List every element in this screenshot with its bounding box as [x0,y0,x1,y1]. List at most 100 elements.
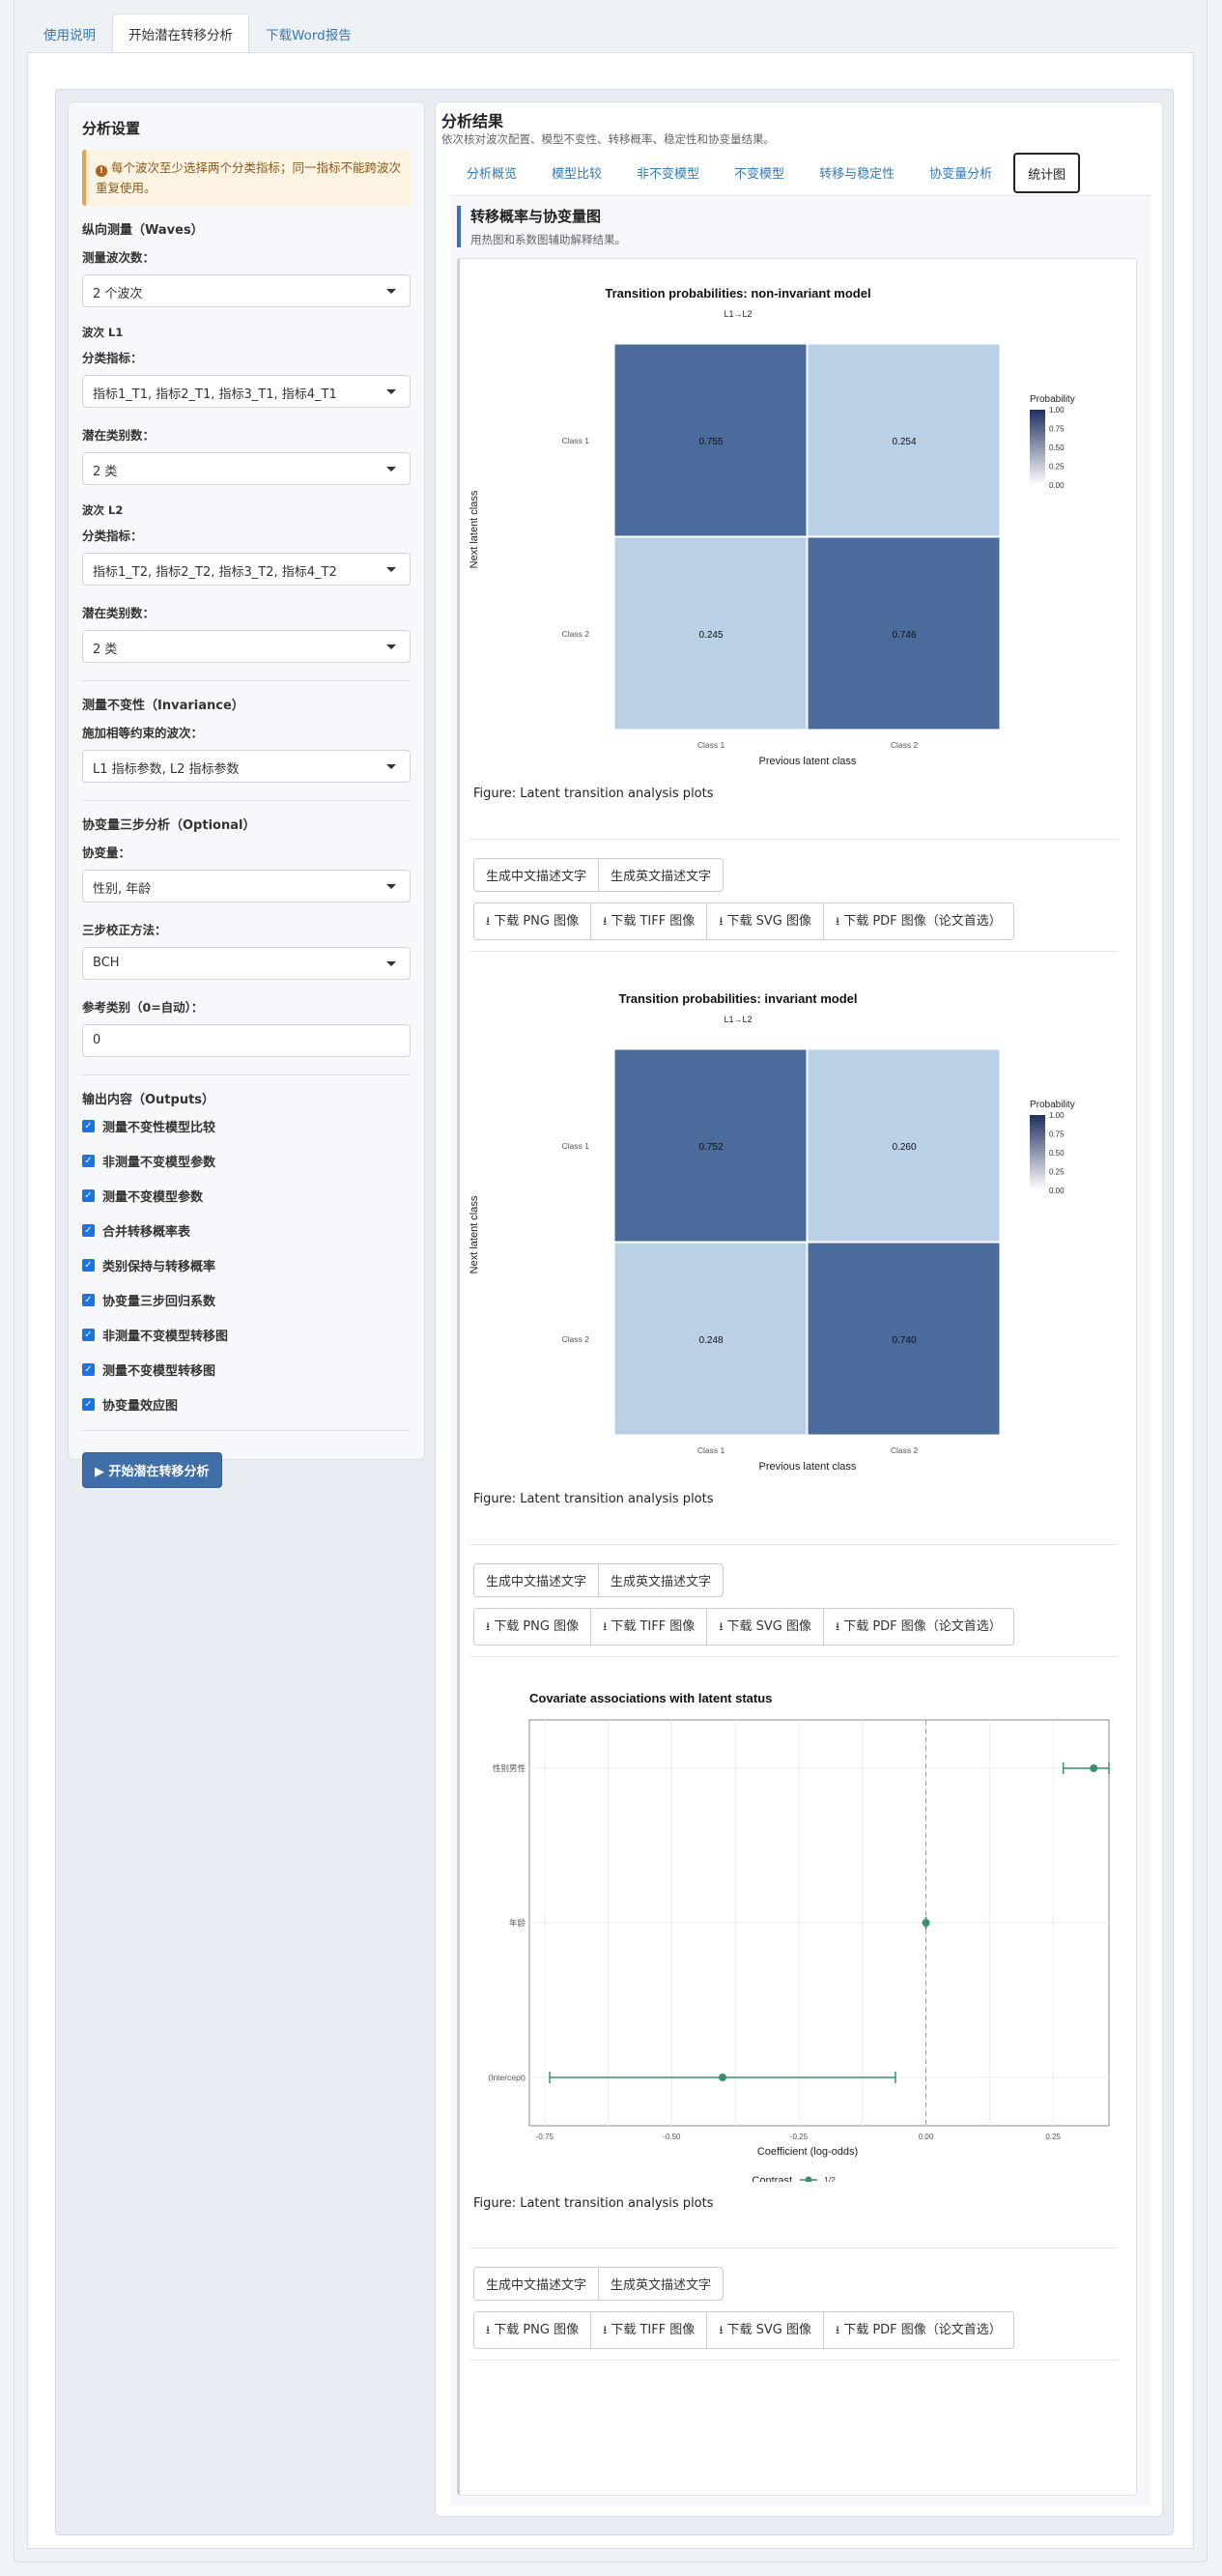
download-icon: ⭳ [719,1619,724,1633]
output-checkbox-row[interactable]: ✓ 合并转移概率表 [82,1221,411,1240]
checkbox-checked-icon[interactable]: ✓ [82,1294,95,1306]
y-tick-label: Class 1 [562,436,590,445]
warning-box: ! 每个波次至少选择两个分类指标；同一指标不能跨波次重复使用。 [82,150,411,206]
download-svg-button[interactable]: ⭳ 下载 SVG 图像 [706,902,824,940]
legend-title: Probability [1030,1100,1075,1110]
output-checkbox-label: 测量不变模型转移图 [102,1364,216,1379]
wave2-indicators-value: 指标1_T2, 指标2_T2, 指标3_T2, 指标4_T2 [93,565,337,580]
analysis-layout: 分析设置 ! 每个波次至少选择两个分类指标；同一指标不能跨波次重复使用。 纵向测量… [55,89,1174,2535]
tab-overview[interactable]: 分析概览 [453,153,530,193]
download-pdf-button[interactable]: ⭳ 下载 PDF 图像（论文首选） [823,902,1014,940]
tab-download-word[interactable]: 下载Word报告 [249,14,368,52]
reference-input[interactable]: 0 [82,1024,411,1057]
wave1-classes-select[interactable]: 2 类 [82,452,411,485]
download-icon: ⭳ [486,2323,491,2336]
generate-english-text-button[interactable]: 生成英文描述文字 [598,2267,725,2301]
y-tick-label: 性别男性 [493,1763,526,1773]
download-tiff-button[interactable]: ⭳ 下载 TIFF 图像 [590,2311,708,2349]
play-icon: ▶ [95,1465,109,1479]
covariates-select[interactable]: 性别, 年龄 [82,870,411,902]
output-checkbox-row[interactable]: ✓ 类别保持与转移概率 [82,1256,411,1274]
wave1-indicators-select[interactable]: 指标1_T1, 指标2_T1, 指标3_T1, 指标4_T1 [82,375,411,408]
download-pdf-button[interactable]: ⭳ 下载 PDF 图像（论文首选） [823,2311,1014,2349]
download-buttons: ⭳ 下载 PNG 图像 ⭳ 下载 TIFF 图像 ⭳ 下载 SVG 图像 ⭳ 下载 PD… [473,1608,1014,1646]
section-subtitle: 用热图和系数图辅助解释结果。 [470,233,626,246]
waves-section-label: 纵向测量（Waves） [82,223,204,238]
legend-tick-label: 0.25 [1049,1168,1065,1177]
legend-title: Probability [1030,394,1075,405]
wave-count-select[interactable]: 2 个波次 [82,274,411,307]
invariance-label: 施加相等约束的波次： [82,726,204,740]
outputs-list: ✓ 测量不变性模型比较 ✓ 非测量不变模型参数 ✓ 测量不变模型参数 ✓ 合并转移概率表 ✓ 类别… [82,1117,411,1414]
estimate-point [922,1919,930,1927]
x-tick-label: -0.75 [536,2132,554,2141]
download-pdf-button[interactable]: ⭳ 下载 PDF 图像（论文首选） [823,1608,1014,1646]
tab-model-comparison[interactable]: 模型比较 [538,153,615,193]
generate-english-text-button[interactable]: 生成英文描述文字 [598,1563,725,1597]
run-analysis-button[interactable]: ▶ 开始潜在转移分析 [82,1452,222,1488]
legend-tick-label: 1.00 [1049,1111,1065,1120]
download-svg-button[interactable]: ⭳ 下载 SVG 图像 [706,1608,824,1646]
tab-instructions[interactable]: 使用说明 [27,14,112,52]
checkbox-checked-icon[interactable]: ✓ [82,1363,95,1376]
download-svg-label: 下载 SVG 图像 [726,914,811,929]
wave1-indicators-label: 分类指标： [82,351,143,365]
checkbox-checked-icon[interactable]: ✓ [82,1155,95,1167]
output-checkbox-row[interactable]: ✓ 协变量三步回归系数 [82,1291,411,1309]
wave2-indicators-select[interactable]: 指标1_T2, 指标2_T2, 指标3_T2, 指标4_T2 [82,553,411,586]
output-checkbox-label: 测量不变性模型比较 [102,1121,216,1135]
output-checkbox-row[interactable]: ✓ 协变量效应图 [82,1395,411,1414]
generate-english-text-button[interactable]: 生成英文描述文字 [598,858,725,892]
caret-down-icon [386,884,396,889]
correction-select[interactable]: BCH [82,947,411,980]
checkbox-checked-icon[interactable]: ✓ [82,1259,95,1272]
tab-transition-stability[interactable]: 转移与稳定性 [806,153,908,193]
caret-down-icon [386,467,396,472]
invariance-section-label: 测量不变性（Invariance） [82,699,244,713]
output-checkbox-row[interactable]: ✓ 非测量不变模型转移图 [82,1326,411,1344]
download-tiff-button[interactable]: ⭳ 下载 TIFF 图像 [590,902,708,940]
download-icon: ⭳ [836,1619,840,1633]
checkbox-checked-icon[interactable]: ✓ [82,1398,95,1411]
output-checkbox-row[interactable]: ✓ 测量不变性模型比较 [82,1117,411,1135]
download-tiff-button[interactable]: ⭳ 下载 TIFF 图像 [590,1608,708,1646]
generate-chinese-text-button[interactable]: 生成中文描述文字 [473,2267,600,2301]
plot-container: Transition probabilities: non-invariant … [457,258,1137,2496]
output-checkbox-row[interactable]: ✓ 测量不变模型转移图 [82,1360,411,1379]
invariance-select[interactable]: L1 指标参数, L2 指标参数 [82,750,411,783]
download-pdf-label: 下载 PDF 图像（论文首选） [843,2323,1002,2337]
download-png-button[interactable]: ⭳ 下载 PNG 图像 [473,1608,592,1646]
cell-value-label: 0.254 [892,437,916,447]
x-tick-label: -0.50 [663,2132,681,2141]
tab-plots[interactable]: 统计图 [1013,153,1081,193]
checkbox-checked-icon[interactable]: ✓ [82,1189,95,1202]
output-checkbox-row[interactable]: ✓ 非测量不变模型参数 [82,1152,411,1170]
checkbox-checked-icon[interactable]: ✓ [82,1329,95,1341]
results-title: 分析结果 [441,112,504,130]
divider [82,680,411,681]
tab-covariate-analysis[interactable]: 协变量分析 [916,153,1006,193]
tab-invariant-model[interactable]: 不变模型 [721,153,798,193]
checkbox-checked-icon[interactable]: ✓ [82,1120,95,1132]
divider [82,1074,411,1075]
x-tick-label: -0.25 [790,2132,809,2141]
generate-chinese-text-button[interactable]: 生成中文描述文字 [473,858,600,892]
legend-tick-label: 0.50 [1049,1149,1065,1158]
generate-chinese-text-button[interactable]: 生成中文描述文字 [473,1563,600,1597]
download-png-button[interactable]: ⭳ 下载 PNG 图像 [473,2311,592,2349]
download-png-button[interactable]: ⭳ 下载 PNG 图像 [473,902,592,940]
caret-down-icon [386,389,396,394]
tab-start-analysis[interactable]: 开始潜在转移分析 [112,14,249,52]
wave2-heading: 波次 L2 [82,503,124,517]
output-checkbox-row[interactable]: ✓ 测量不变模型参数 [82,1187,411,1205]
legend-tick-label: 1.00 [1049,406,1065,415]
settings-sidebar: 分析设置 ! 每个波次至少选择两个分类指标；同一指标不能跨波次重复使用。 纵向测量… [68,101,425,1488]
download-svg-label: 下载 SVG 图像 [726,1619,811,1634]
wave2-classes-select[interactable]: 2 类 [82,630,411,663]
download-pdf-label: 下载 PDF 图像（论文首选） [843,914,1002,929]
checkbox-checked-icon[interactable]: ✓ [82,1224,95,1237]
download-svg-button[interactable]: ⭳ 下载 SVG 图像 [706,2311,824,2349]
tab-noninvariant-model[interactable]: 非不变模型 [623,153,713,193]
download-svg-label: 下载 SVG 图像 [726,2323,811,2337]
covariates-label: 协变量： [82,845,131,860]
